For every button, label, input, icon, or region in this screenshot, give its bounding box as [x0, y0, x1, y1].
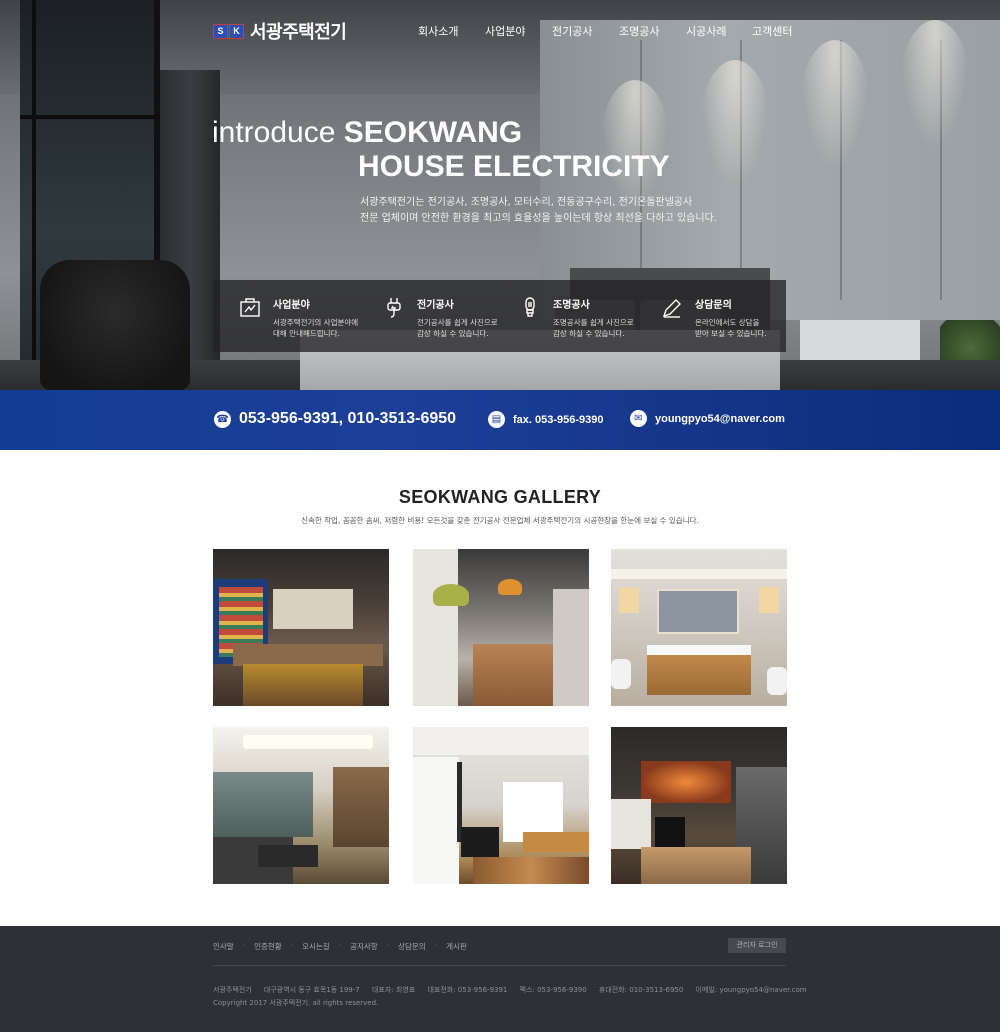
- logo-letter: K: [229, 23, 244, 39]
- feature-title: 조명공사: [553, 300, 590, 311]
- feature-desc: 전기공사를 쉽게 사진으로 감상 하실 수 있습니다.: [417, 318, 498, 338]
- nav-item-support[interactable]: 고객센터: [752, 23, 792, 39]
- nav-item-lighting[interactable]: 조명공사: [619, 23, 659, 39]
- feature-electric[interactable]: 전기공사 전기공사를 쉽게 사진으로 감상 하실 수 있습니다.: [381, 296, 517, 339]
- nav-item-electric[interactable]: 전기공사: [552, 23, 592, 39]
- phone-icon: ☎: [214, 410, 231, 428]
- admin-login-button[interactable]: 관리자 로그인: [728, 938, 786, 953]
- separator-dot: ·: [338, 941, 342, 950]
- phone-number: 053-956-9391, 010-3513-6950: [239, 410, 457, 427]
- contact-bar: ☎ 053-956-9391, 010-3513-6950 ▤ fax. 053…: [0, 390, 1000, 450]
- feature-desc: 서광주택전기의 사업분야에 대해 안내해드립니다.: [273, 318, 359, 338]
- separator-dot: ·: [434, 941, 438, 950]
- logo-mark: S K: [213, 23, 244, 39]
- footer-copyright: Copyright 2017 서광주택전기. all rights reserv…: [213, 999, 379, 1007]
- hero-desc-line: 전문 업체이며 안전한 환경을 최고의 효율성을 높이는데 항상 최선을 다하고…: [360, 213, 717, 224]
- gallery-photo[interactable]: [611, 727, 787, 884]
- footer-company-info: 서광주택전기 대구광역시 동구 효목1동 199-7 대표자: 최영표 대표전화…: [213, 985, 817, 995]
- footer-link-board[interactable]: 게시판: [446, 941, 467, 952]
- gallery-photo[interactable]: [213, 549, 389, 706]
- feature-title: 사업분야: [273, 300, 310, 311]
- hero-chair: [40, 260, 190, 390]
- contact-fax: ▤ fax. 053-956-9390: [488, 411, 604, 428]
- feature-desc: 온라인에서도 상담을 받아 보실 수 있습니다.: [695, 318, 767, 338]
- window-frame: [32, 0, 36, 390]
- email-address: youngpyo54@naver.com: [655, 412, 785, 425]
- hero-desc-line: 서광주택전기는 전기공사, 조명공사, 모터수리, 전동공구수리, 전기온돌판넬…: [360, 197, 693, 208]
- feature-title: 상담문의: [695, 300, 732, 311]
- gallery-photo[interactable]: [413, 727, 589, 884]
- hero-description: 서광주택전기는 전기공사, 조명공사, 모터수리, 전동공구수리, 전기온돌판넬…: [360, 195, 717, 227]
- footer: [0, 926, 1000, 1032]
- separator-dot: ·: [290, 941, 294, 950]
- info-ceo: 대표자: 최영표: [371, 986, 416, 994]
- contact-email[interactable]: ✉ youngpyo54@naver.com: [630, 410, 785, 427]
- gallery-photo[interactable]: [413, 549, 589, 706]
- footer-link-inquiry[interactable]: 상담문의: [398, 941, 426, 952]
- footer-link-directions[interactable]: 오시는길: [302, 941, 330, 952]
- feature-lighting[interactable]: 조명공사 조명공사를 쉽게 사진으로 감상 하실 수 있습니다.: [517, 296, 653, 339]
- business-icon: [237, 296, 263, 322]
- plug-icon: [381, 296, 407, 322]
- gallery-title: SEOKWANG GALLERY: [398, 487, 602, 507]
- contact-phone[interactable]: ☎ 053-956-9391, 010-3513-6950: [214, 410, 456, 428]
- fax-icon: ▤: [488, 411, 505, 428]
- footer-links: 인사말 · 인증현황 · 오시는길 · 공지사항 · 상담문의 · 게시판: [213, 941, 467, 952]
- gallery-photo[interactable]: [213, 727, 389, 884]
- footer-link-greeting[interactable]: 인사말: [213, 941, 234, 952]
- feature-title: 전기공사: [417, 300, 454, 311]
- intro-bold-text-2: HOUSE ELECTRICITY: [358, 150, 670, 183]
- logo-letter: S: [213, 23, 228, 39]
- info-email: 이메일: youngpyo54@naver.com: [695, 986, 807, 994]
- pencil-icon: [659, 296, 685, 322]
- info-fax: 팩스: 053-956-9390: [519, 986, 587, 994]
- info-company: 서광주택전기: [213, 986, 252, 994]
- feature-bar: 사업분야 서광주택전기의 사업분야에 대해 안내해드립니다. 전기공사 전기공사를…: [213, 280, 786, 352]
- info-tel: 대표전화: 053-956-9391: [427, 986, 508, 994]
- intro-bold-text: SEOKWANG: [343, 116, 523, 149]
- bulb-icon: [517, 296, 543, 322]
- mail-icon: ✉: [630, 410, 647, 427]
- nav-item-cases[interactable]: 시공사례: [686, 23, 726, 39]
- nav-item-company[interactable]: 회사소개: [418, 23, 458, 39]
- site-logo[interactable]: S K 서광주택전기: [213, 18, 347, 44]
- footer-divider: [213, 965, 786, 966]
- hero-spotlight: [900, 20, 970, 150]
- window-frame: [20, 115, 160, 119]
- gallery-subtitle: 신속한 작업, 꼼꼼한 솜씨, 저렴한 비용! 모든것을 갖춘 전기공사 전문업…: [301, 516, 699, 525]
- gallery-photo[interactable]: [611, 549, 787, 706]
- hero-headline: introduce SEOKWANG HOUSE ELECTRICITY: [212, 116, 670, 184]
- feature-business[interactable]: 사업분야 서광주택전기의 사업분야에 대해 안내해드립니다.: [237, 296, 373, 339]
- hero-spotlight: [700, 60, 770, 190]
- fax-number: fax. 053-956-9390: [513, 413, 604, 426]
- info-mobile: 휴대전화: 010-3513-6950: [598, 986, 684, 994]
- info-address: 대구광역시 동구 효목1동 199-7: [263, 986, 360, 994]
- footer-link-notice[interactable]: 공지사항: [350, 941, 378, 952]
- feature-desc: 조명공사를 쉽게 사진으로 감상 하실 수 있습니다.: [553, 318, 634, 338]
- hero-spotlight: [800, 40, 870, 170]
- logo-text: 서광주택전기: [250, 22, 347, 43]
- separator-dot: ·: [242, 941, 246, 950]
- feature-consult[interactable]: 상담문의 온라인에서도 상담을 받아 보실 수 있습니다.: [659, 296, 795, 339]
- footer-link-certification[interactable]: 인증현황: [254, 941, 282, 952]
- intro-light-text: introduce: [212, 116, 336, 149]
- separator-dot: ·: [386, 941, 390, 950]
- nav-item-business[interactable]: 사업분야: [485, 23, 525, 39]
